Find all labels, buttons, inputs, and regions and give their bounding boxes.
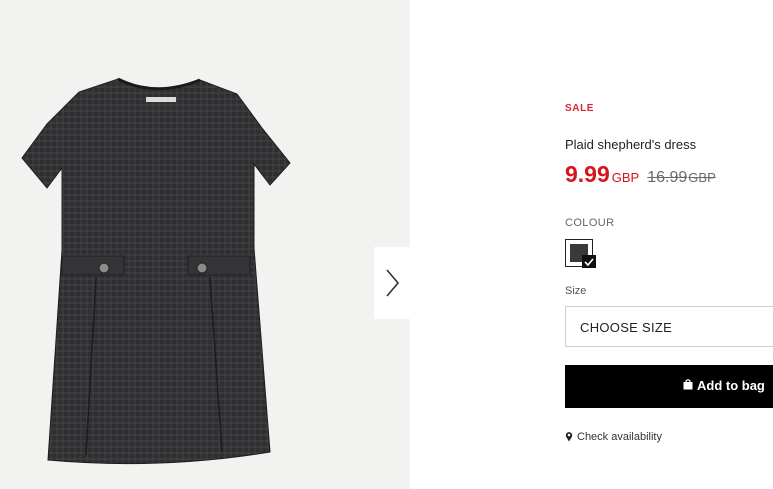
current-price: 9.99 <box>565 161 610 187</box>
original-price-currency: GBP <box>688 170 716 185</box>
add-to-bag-label: Add to bag <box>697 378 765 393</box>
size-select-placeholder: CHOOSE SIZE <box>580 320 673 335</box>
check-availability-link[interactable]: Check availability <box>565 431 662 443</box>
colour-label: COLOUR <box>565 217 615 229</box>
sale-tag: SALE <box>565 103 595 114</box>
product-gallery <box>0 0 410 489</box>
size-label: Size <box>565 285 587 297</box>
size-select[interactable]: CHOOSE SIZE <box>565 306 773 347</box>
next-image-button[interactable] <box>374 247 410 319</box>
chevron-right-icon <box>386 269 400 297</box>
product-image <box>21 77 291 465</box>
price-row: 9.99 GBP 16.99GBP <box>565 161 716 188</box>
map-pin-icon <box>565 432 573 442</box>
checkmark-icon <box>582 255 596 268</box>
original-price: 16.99 <box>647 169 688 186</box>
current-price-currency: GBP <box>611 170 640 185</box>
product-name: Plaid shepherd's dress <box>565 137 697 152</box>
shopping-bag-icon <box>683 379 693 390</box>
add-to-bag-button[interactable]: Add to bag <box>565 365 773 408</box>
product-info-panel: SALE Plaid shepherd's dress 9.99 GBP 16.99… <box>565 0 773 489</box>
colour-swatch-selected[interactable] <box>565 239 596 268</box>
check-availability-label: Check availability <box>577 431 662 443</box>
